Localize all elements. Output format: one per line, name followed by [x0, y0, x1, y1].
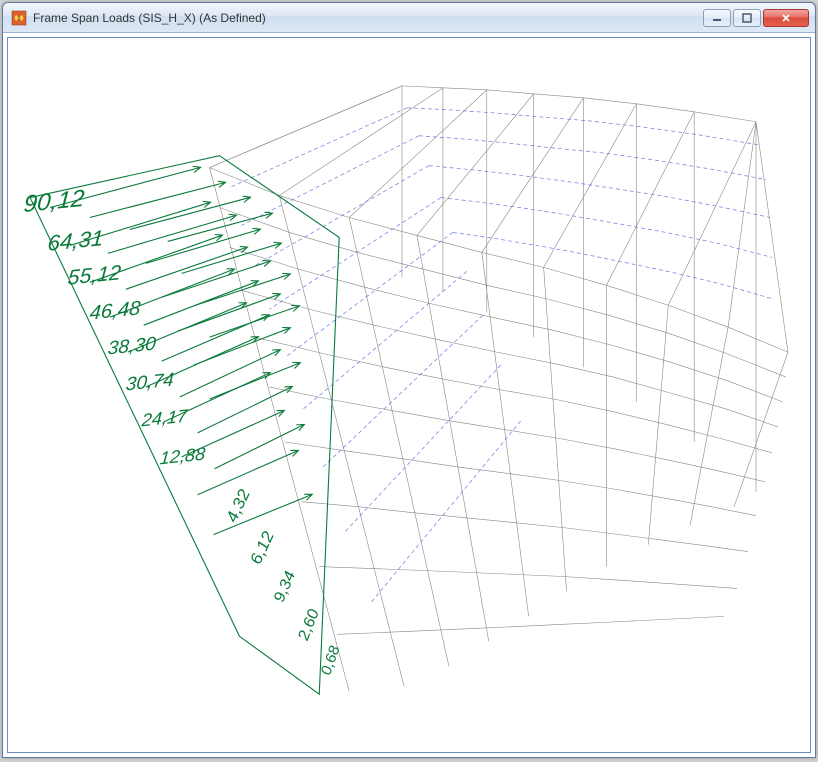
structural-model [8, 38, 810, 752]
titlebar[interactable]: Frame Span Loads (SIS_H_X) (As Defined) [3, 3, 815, 33]
minimize-button[interactable] [703, 9, 731, 27]
floor-grid [230, 108, 774, 603]
window-controls [703, 9, 809, 27]
app-icon [11, 10, 27, 26]
content-area: 90,12 64,31 55,12 46,48 38,30 30,74 24,1… [7, 37, 811, 753]
window-title: Frame Span Loads (SIS_H_X) (As Defined) [33, 11, 703, 25]
window-frame: Frame Span Loads (SIS_H_X) (As Defined) [2, 2, 816, 758]
frame-lines [210, 86, 788, 691]
structural-viewport[interactable]: 90,12 64,31 55,12 46,48 38,30 30,74 24,1… [8, 38, 810, 752]
maximize-button[interactable] [733, 9, 761, 27]
load-arrows [30, 156, 339, 694]
close-button[interactable] [763, 9, 809, 27]
